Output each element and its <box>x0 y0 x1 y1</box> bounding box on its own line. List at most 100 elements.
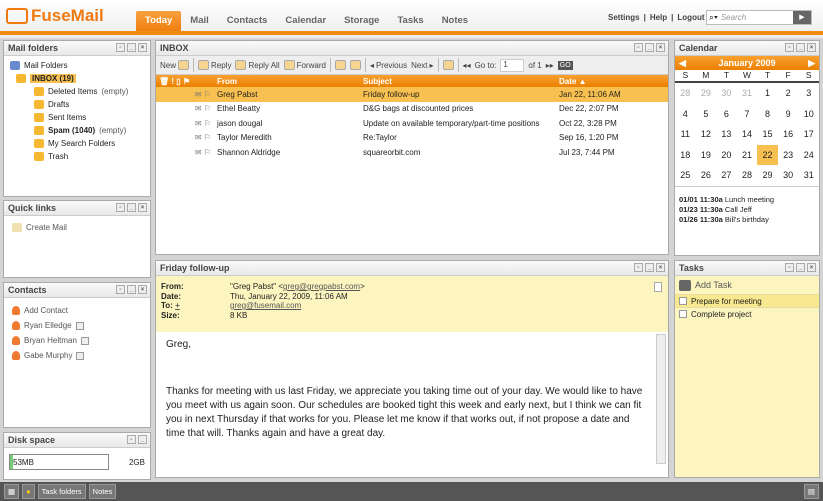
calendar-day[interactable]: 3 <box>798 83 819 104</box>
search-go-button[interactable]: ▶ <box>793 11 811 24</box>
scrollbar[interactable] <box>656 334 666 464</box>
column-subject[interactable]: Subject <box>360 75 556 87</box>
folder-item[interactable]: Trash <box>10 150 144 163</box>
contact-item[interactable]: Gabe Murphy <box>12 348 142 363</box>
fusemail-logo[interactable]: FuseMail <box>6 6 104 26</box>
window-buttons[interactable]: ▫ _ × <box>634 43 665 52</box>
window-buttons[interactable]: ▫ _ × <box>785 263 816 272</box>
tab-contacts[interactable]: Contacts <box>218 11 277 31</box>
search-icon[interactable]: ⌕▾ <box>707 12 718 23</box>
folder-item[interactable]: Spam (1040) (empty) <box>10 124 144 137</box>
calendar-day[interactable]: 6 <box>716 104 737 125</box>
folder-root[interactable]: Mail Folders <box>10 59 144 72</box>
last-page-button[interactable]: ▸▸ <box>546 61 554 70</box>
calendar-day[interactable]: 28 <box>737 165 758 186</box>
calendar-day[interactable]: 19 <box>696 145 717 166</box>
calendar-day[interactable]: 22 <box>757 144 778 165</box>
task-checkbox-icon[interactable] <box>679 310 687 318</box>
window-buttons[interactable]: ▫ _ × <box>116 43 147 52</box>
calendar-day[interactable]: 31 <box>798 165 819 186</box>
page-input[interactable]: 1 <box>500 58 525 72</box>
forward-button[interactable]: Forward <box>283 60 326 70</box>
add-task-button[interactable]: Add Task <box>675 276 819 294</box>
prev-month-button[interactable]: ◀ <box>679 56 686 70</box>
reply-button[interactable]: Reply <box>198 60 231 70</box>
expand-recipients[interactable]: + <box>175 301 180 310</box>
folder-item[interactable]: Deleted Items (empty) <box>10 85 144 98</box>
contact-item[interactable]: Ryan Elledge <box>12 318 142 333</box>
calendar-day[interactable]: 30 <box>716 83 737 104</box>
column-date[interactable]: Date ▲ <box>556 75 668 87</box>
calendar-day[interactable]: 4 <box>675 104 696 125</box>
save-icon[interactable]: ▤ <box>803 484 819 499</box>
contact-item[interactable]: Bryan Heltman <box>12 333 142 348</box>
task-checkbox-icon[interactable] <box>679 297 687 305</box>
message-row[interactable]: ✉ ⚐ Greg Pabst Friday follow-up Jan 22, 11:… <box>156 87 668 102</box>
message-row[interactable]: ✉ ⚐ jason dougal Update on available tempo… <box>156 116 668 131</box>
calendar-day[interactable]: 29 <box>696 83 717 104</box>
tab-notes[interactable]: Notes <box>433 11 477 31</box>
icon-columns[interactable]: 🗑 ! ▯ ⚑ <box>156 75 214 87</box>
calendar-day[interactable]: 16 <box>778 124 799 145</box>
tab-storage[interactable]: Storage <box>335 11 388 31</box>
to-email-link[interactable]: greg@fusemail.com <box>230 301 301 311</box>
edit-icon[interactable] <box>75 321 84 330</box>
tab-calendar[interactable]: Calendar <box>276 11 335 31</box>
calendar-day[interactable]: 20 <box>716 145 737 166</box>
layout-icon[interactable]: ▦ <box>4 484 20 499</box>
tab-tasks[interactable]: Tasks <box>388 11 432 31</box>
calendar-day[interactable]: 31 <box>737 83 758 104</box>
next-month-button[interactable]: ▶ <box>808 56 815 70</box>
task-item[interactable]: Complete project <box>675 307 819 320</box>
view-source-icon[interactable] <box>654 282 662 292</box>
edit-icon[interactable] <box>76 351 85 360</box>
window-buttons[interactable]: ▫ _ × <box>116 203 147 212</box>
calendar-day[interactable]: 26 <box>696 165 717 186</box>
folder-item[interactable]: Sent Items <box>10 111 144 124</box>
calendar-day[interactable]: 17 <box>798 124 819 145</box>
move-button[interactable] <box>442 60 454 70</box>
settings-link[interactable]: Settings <box>608 13 640 22</box>
create-mail-link[interactable]: Create Mail <box>12 221 142 234</box>
window-buttons[interactable]: ▫ _ × <box>116 285 147 294</box>
calendar-day[interactable]: 12 <box>696 124 717 145</box>
calendar-event[interactable]: 01/23 11:30a Call Jeff <box>675 205 819 215</box>
help-link[interactable]: Help <box>650 13 667 22</box>
calendar-day[interactable]: 27 <box>716 165 737 186</box>
previous-button[interactable]: ◂ Previous <box>370 61 407 70</box>
notes-button[interactable]: Notes <box>88 484 117 499</box>
calendar-day[interactable]: 2 <box>778 83 799 104</box>
task-folders-button[interactable]: Task folders <box>37 484 86 499</box>
calendar-day[interactable]: 9 <box>778 104 799 125</box>
window-buttons[interactable]: ▫ _ × <box>785 43 816 52</box>
edit-icon[interactable] <box>80 336 89 345</box>
message-row[interactable]: ✉ ⚐ Taylor Meredith Re:Taylor Sep 16, 1:20 … <box>156 131 668 146</box>
calendar-day[interactable]: 29 <box>757 165 778 186</box>
tab-today[interactable]: Today <box>136 11 182 31</box>
first-page-button[interactable]: ◂◂ <box>463 61 471 70</box>
logout-link[interactable]: Logout <box>677 13 704 22</box>
calendar-day[interactable]: 10 <box>798 104 819 125</box>
add-contact-link[interactable]: Add Contact <box>12 303 142 318</box>
calendar-day[interactable]: 25 <box>675 165 696 186</box>
calendar-day[interactable]: 30 <box>778 165 799 186</box>
window-buttons[interactable]: ▫ _ × <box>634 263 665 272</box>
calendar-event[interactable]: 01/01 11:30a Lunch meeting <box>675 195 819 205</box>
tab-mail[interactable]: Mail <box>181 11 217 31</box>
calendar-day[interactable]: 11 <box>675 124 696 145</box>
chat-icon[interactable]: ● <box>22 484 35 499</box>
calendar-day[interactable]: 14 <box>737 124 758 145</box>
delete-button[interactable] <box>334 60 346 70</box>
folder-item[interactable]: My Search Folders <box>10 137 144 150</box>
message-row[interactable]: ✉ ⚐ Ethel Beatty D&G bags at discounted pr… <box>156 102 668 117</box>
calendar-day[interactable]: 24 <box>798 145 819 166</box>
calendar-day[interactable]: 15 <box>757 124 778 145</box>
message-row[interactable]: ✉ ⚐ Shannon Aldridge squareorbit.com Jul 23… <box>156 145 668 160</box>
calendar-day[interactable]: 5 <box>696 104 717 125</box>
search-box[interactable]: ⌕▾ Search ▶ <box>706 10 812 25</box>
search-input[interactable]: Search <box>718 13 793 22</box>
calendar-day[interactable]: 8 <box>757 104 778 125</box>
calendar-day[interactable]: 23 <box>778 145 799 166</box>
calendar-day[interactable]: 18 <box>675 145 696 166</box>
calendar-event[interactable]: 01/26 11:30a Bill's birthday <box>675 215 819 225</box>
